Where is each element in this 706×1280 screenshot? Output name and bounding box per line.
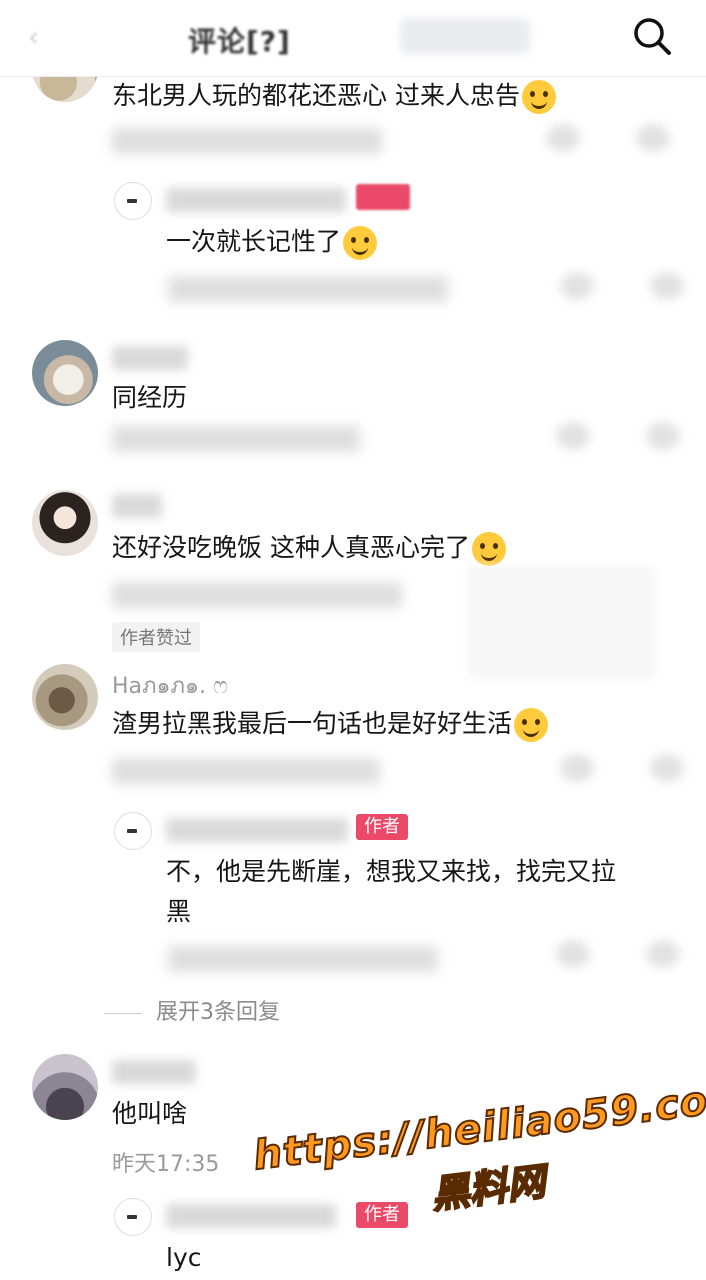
page-title: 评论[?] <box>188 25 291 58</box>
reply-text-content: 一次就长记性了 <box>166 227 342 256</box>
reply-username-blurred <box>166 188 346 212</box>
reply-avatar[interactable] <box>114 812 152 850</box>
username[interactable]: Haภ๑ภ๑. ෆ <box>112 668 228 703</box>
username-blurred <box>112 346 188 370</box>
reply-avatar[interactable] <box>114 1198 152 1236</box>
comment-text-content: 还好没吃晚饭 这种人真恶心完了 <box>112 533 470 562</box>
username-blurred <box>112 1060 196 1084</box>
username-blurred <box>112 494 162 518</box>
comment-text: 还好没吃晚饭 这种人真恶心完了 <box>112 528 506 568</box>
author-badge <box>356 184 410 210</box>
ghost-image-overlay <box>468 566 654 678</box>
expand-divider <box>104 1012 142 1014</box>
comment-text: 东北男人玩的都花还恶心 过来人忠告 <box>112 76 556 116</box>
back-arrow-icon[interactable]: ‹ <box>28 22 58 52</box>
reply-meta-blurred <box>168 946 438 972</box>
top-bar: ‹ 评论[?] <box>0 0 706 77</box>
expand-replies-label: 展开3条回复 <box>156 1000 280 1025</box>
reply-username-blurred <box>166 818 348 842</box>
smile-emoji-icon <box>521 80 556 114</box>
comment-actions-blurred <box>546 124 676 152</box>
avatar[interactable] <box>32 1054 98 1120</box>
reply-text: 不，他是先断崖，想我又来找，找完又拉 黑 <box>166 852 616 932</box>
comment-timestamp: 昨天17:35 <box>112 1152 220 1177</box>
reply-avatar[interactable] <box>114 182 152 220</box>
tears-of-joy-emoji-icon <box>514 708 549 742</box>
comment-text-content: 东北男人玩的都花还恶心 过来人忠告 <box>112 81 520 110</box>
search-icon[interactable] <box>630 14 674 58</box>
avatar[interactable] <box>32 490 98 556</box>
reply-actions-blurred <box>560 272 690 300</box>
comment-text: 渣男拉黑我最后一句话也是好好生活 <box>112 704 549 744</box>
grinning-sweat-emoji-icon <box>471 532 506 566</box>
comment-meta-blurred <box>112 128 382 154</box>
reply-text: 一次就长记性了 <box>166 222 378 262</box>
reply-meta-blurred <box>168 276 448 302</box>
reply-text-line: 黑 <box>166 897 192 926</box>
avatar[interactable] <box>32 664 98 730</box>
title-blurred-area <box>400 18 530 54</box>
reply-text: lyc <box>166 1243 202 1272</box>
pleading-emoji-icon <box>343 226 378 260</box>
site-watermark: https://heiliao59.com 黑料网 <box>246 1040 706 1233</box>
reply-actions-blurred <box>556 940 686 968</box>
reply-text-line: 不，他是先断崖，想我又来找，找完又拉 <box>166 857 617 886</box>
comment-text: 他叫啥 <box>112 1099 188 1128</box>
author-liked-tag: 作者赞过 <box>112 622 200 652</box>
comment-text-content: 渣男拉黑我最后一句话也是好好生活 <box>112 709 513 738</box>
comment-meta-blurred <box>112 758 380 784</box>
expand-replies-button[interactable]: 展开3条回复 <box>104 994 280 1026</box>
comment-actions-blurred <box>556 422 686 450</box>
comment-meta-blurred <box>112 582 402 608</box>
author-badge: 作者 <box>356 814 408 840</box>
comment-text: 同经历 <box>112 383 188 412</box>
comment-actions-blurred <box>560 754 690 782</box>
comment-meta-blurred <box>112 426 360 452</box>
watermark-name: 黑料网 <box>428 1158 549 1218</box>
avatar[interactable] <box>32 340 98 406</box>
